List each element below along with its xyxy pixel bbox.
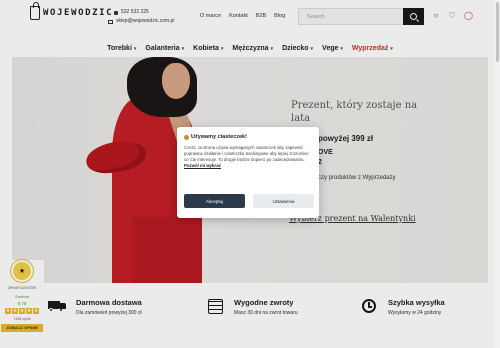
scrollbar-thumb[interactable] bbox=[496, 2, 499, 62]
cookie-buttons: Akceptuj Ustawienia bbox=[184, 194, 314, 208]
cookie-body: Cześć, ta strona używa wymaganych ciaste… bbox=[184, 145, 312, 169]
accept-cookies-button[interactable]: Akceptuj bbox=[184, 194, 245, 208]
cookie-title-text: Używamy ciasteczek! bbox=[191, 134, 247, 140]
cookie-settings-button[interactable]: Ustawienia bbox=[253, 194, 314, 208]
cookie-icon bbox=[184, 134, 189, 140]
cookie-body-text: Cześć, ta strona używa wymaganych ciaste… bbox=[184, 145, 309, 162]
cookie-choose-link[interactable]: Pozwól mi wybrać bbox=[184, 163, 221, 168]
cookie-title: Używamy ciasteczek! bbox=[184, 134, 312, 140]
page: WOJEWODZIC 532 533 225 sklep@wojewodzic.… bbox=[0, 0, 500, 348]
cookie-consent-dialog: Używamy ciasteczek! Cześć, ta strona uży… bbox=[177, 127, 319, 218]
